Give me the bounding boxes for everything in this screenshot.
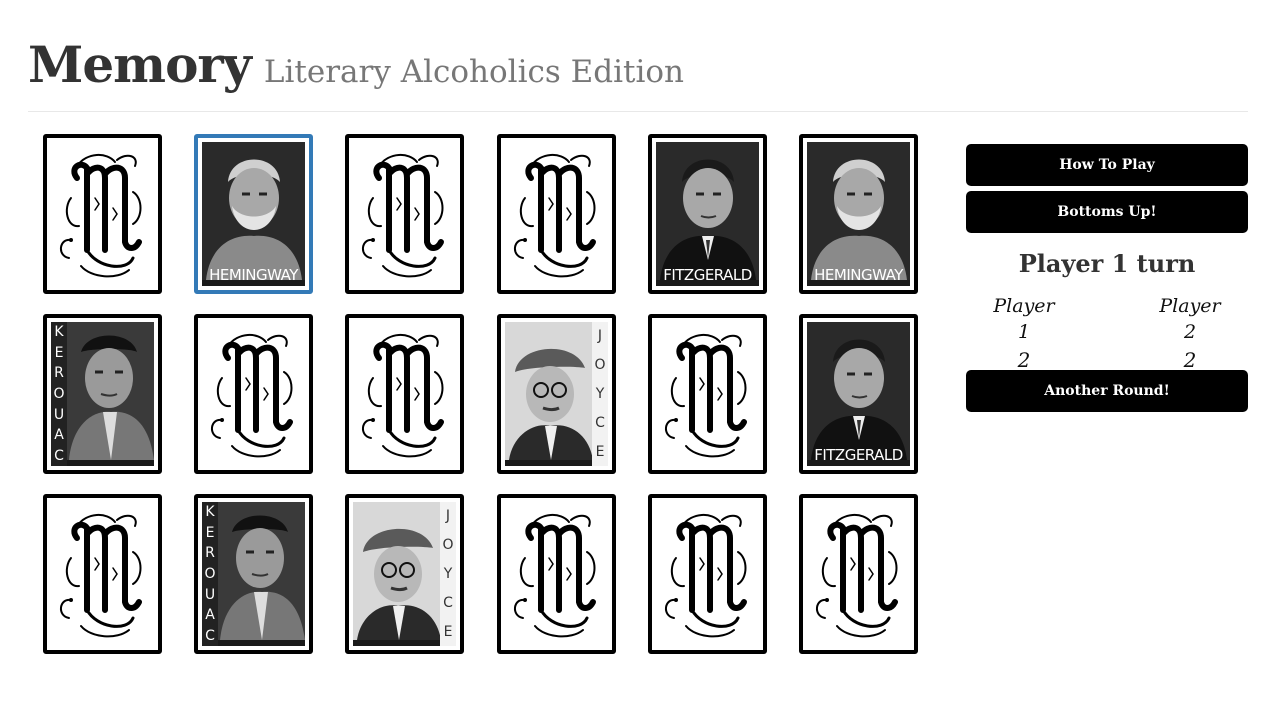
m-monogram-icon [514,514,596,638]
card-joyce[interactable]: JOYCE [497,314,616,474]
author-name-label: HEMINGWAY [209,266,298,284]
author-name-label: KEROUAC [51,322,67,466]
card-kerouac[interactable]: KEROUAC [194,494,313,654]
player-1-score: Player 1 2 [986,293,1062,372]
author-name-label: FITZGERALD [663,266,752,284]
bottoms-up-button[interactable]: Bottoms Up! [966,191,1248,233]
turn-indicator: Player 1 turn [1018,249,1196,278]
hemingway-portrait-icon [807,142,910,280]
m-monogram-icon [211,334,293,458]
hemingway-portrait-icon [202,142,305,280]
card-joyce[interactable]: JOYCE [345,494,464,654]
m-monogram-icon [514,154,596,278]
card-portrait: KEROUAC [51,322,154,466]
sidebar: How To Play Bottoms Up! Player 1 turn Pl… [966,144,1248,412]
card-fitzgerald[interactable]: FITZGERALD [648,134,767,294]
card-portrait: KEROUAC [202,502,305,646]
card-face-down[interactable] [345,314,464,474]
card-face-down[interactable] [345,134,464,294]
page-subtitle: Literary Alcoholics Edition [263,54,684,90]
m-monogram-icon [816,514,898,638]
another-round-button[interactable]: Another Round! [966,370,1248,412]
m-monogram-icon [665,334,747,458]
card-portrait: FITZGERALD [656,142,759,286]
player-2-score: Player 2 2 [1152,293,1228,372]
fitzgerald-portrait-icon [656,142,759,280]
card-portrait: HEMINGWAY [202,142,305,286]
scoreboard: Player 1 2 Player 2 2 [966,293,1248,372]
card-kerouac[interactable]: KEROUAC [43,314,162,474]
author-name-label: HEMINGWAY [814,266,903,284]
card-face-down[interactable] [497,134,616,294]
card-board: HEMINGWAY FITZGERALD HEMINGWAY K E R O U… [43,134,919,654]
author-name-label: JOYCE [440,502,456,646]
author-name-label: KEROUAC [202,502,218,646]
memory-game-page: Memory Literary Alcoholics Edition HEMIN… [0,0,1278,724]
m-monogram-icon [362,334,444,458]
how-to-play-button[interactable]: How To Play [966,144,1248,186]
page-header: Memory Literary Alcoholics Edition [28,30,1248,112]
card-face-down[interactable] [799,494,918,654]
card-face-down[interactable] [43,494,162,654]
m-monogram-icon [665,514,747,638]
card-face-down[interactable] [194,314,313,474]
card-face-down[interactable] [43,134,162,294]
m-monogram-icon [362,154,444,278]
card-face-down[interactable] [648,494,767,654]
card-portrait: HEMINGWAY [807,142,910,286]
fitzgerald-portrait-icon [807,322,910,460]
card-face-down[interactable] [497,494,616,654]
player-name: Player 2 [1159,295,1221,343]
page-title: Memory [28,35,252,94]
m-monogram-icon [60,154,142,278]
card-portrait: FITZGERALD [807,322,910,466]
player-name: Player 1 [993,295,1055,343]
card-hemingway[interactable]: HEMINGWAY [194,134,313,294]
card-portrait: JOYCE [353,502,456,646]
card-face-down[interactable] [648,314,767,474]
author-name-label: FITZGERALD [814,446,903,464]
card-fitzgerald[interactable]: FITZGERALD [799,314,918,474]
card-portrait: JOYCE [505,322,608,466]
author-name-label: JOYCE [592,322,608,466]
m-monogram-icon [60,514,142,638]
card-hemingway[interactable]: HEMINGWAY [799,134,918,294]
